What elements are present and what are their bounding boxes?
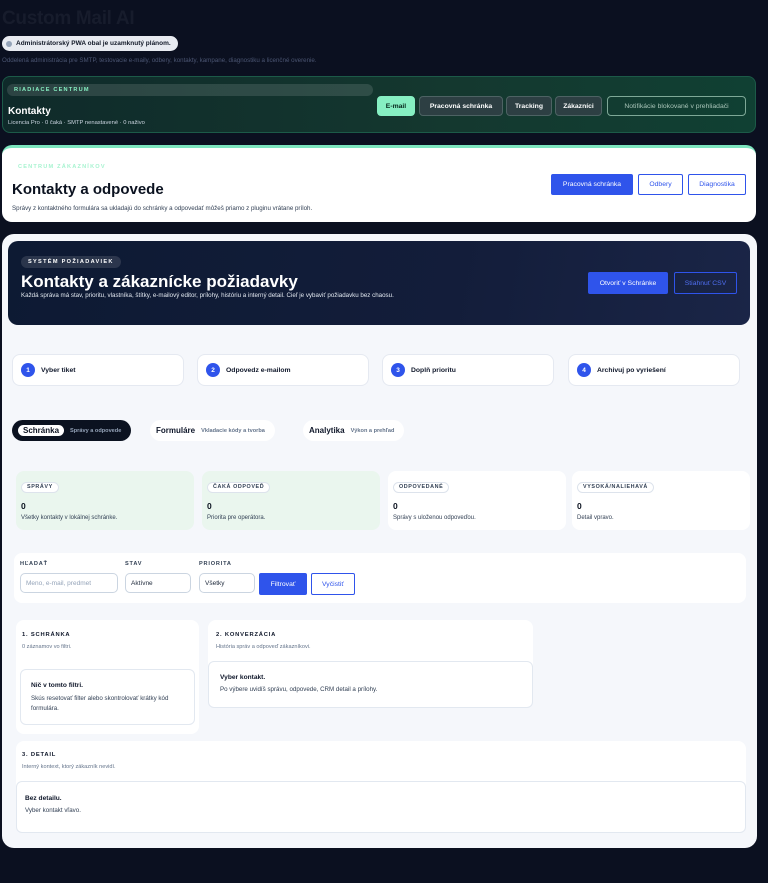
pwa-notice-text: Administrátorský PWA obal je uzamknutý p… [16, 40, 171, 47]
nav-inbox-button[interactable]: Pracovná schránka [419, 96, 503, 116]
detail-empty-state: Bez detailu. Vyber kontakt vľavo. [16, 781, 746, 833]
priority-label: PRIORITA [199, 561, 232, 567]
hero-kicker: SYSTÉM POŽIADAVIEK [21, 256, 121, 268]
notifications-blocked-button[interactable]: Notifikácie blokované v prehliadači [607, 96, 746, 116]
tab-inbox[interactable]: Schránka Správy a odpovede [12, 420, 132, 441]
tab-label: Analytika [309, 426, 345, 435]
pwa-lock-notice: Administrátorský PWA obal je uzamknutý p… [2, 36, 178, 51]
stat-note: Všetky kontakty v lokálnej schránke. [21, 515, 118, 521]
app-subtitle: Oddelená administrácia pre SMTP, testova… [2, 57, 317, 64]
filter-bar: HĽADAŤ Meno, e-mail, predmet STAV Aktívn… [14, 553, 746, 603]
inbox-count: 0 záznamov vo filtri. [22, 644, 72, 650]
tab-sublabel: Správy a odpovede [70, 427, 122, 434]
stat-badge: VYSOKÁ/NALIEHAVÁ [577, 482, 654, 493]
tab-forms[interactable]: Formuláre Vkladacie kódy a tvorba [150, 420, 275, 441]
conversation-subtitle: História správ a odpoveď zákazníkovi. [216, 644, 311, 650]
status-label: STAV [125, 561, 143, 567]
tab-label: Formuláre [156, 426, 196, 435]
stat-note: Správy s uloženou odpoveďou. [393, 515, 476, 521]
search-label: HĽADAŤ [20, 561, 48, 567]
inbox-empty-state: Nič v tomto filtri. Skús resetovať filte… [20, 669, 195, 725]
status-dot-icon [6, 40, 12, 47]
conversation-title: 2. KONVERZÁCIA [216, 632, 277, 638]
step-add-priority: 3 Doplň prioritu [382, 354, 554, 386]
stat-badge: ČAKÁ ODPOVEĎ [207, 482, 271, 493]
step-label: Doplň prioritu [411, 366, 456, 374]
inbox-title: 1. SCHRÁNKA [22, 632, 71, 638]
hero-description: Každá správa má stav, prioritu, vlastník… [21, 292, 394, 299]
stat-badge: SPRÁVY [21, 482, 59, 493]
stat-value: 0 [577, 501, 582, 511]
search-input[interactable]: Meno, e-mail, predmet [20, 573, 118, 593]
conversation-panel: 2. KONVERZÁCIA História správ a odpoveď … [208, 620, 533, 708]
download-csv-button[interactable]: Stiahnuť CSV [674, 272, 737, 294]
step-label: Archivuj po vyriešení [597, 366, 666, 374]
clear-filter-button[interactable]: Vyčistiť [311, 573, 355, 595]
stat-value: 0 [207, 501, 212, 511]
step-number-badge: 4 [577, 363, 591, 377]
tab-sublabel: Výkon a prehľad [350, 427, 395, 434]
stat-note: Priorita pre operátora. [207, 515, 266, 521]
conversation-empty-state: Vyber kontakt. Po výbere uvidíš správu, … [208, 661, 533, 708]
tab-label: Schránka [18, 425, 65, 436]
stat-answered: ODPOVEDANÉ 0 Správy s uloženou odpoveďou… [388, 471, 566, 530]
empty-title: Nič v tomto filtri. [31, 682, 84, 689]
status-select[interactable]: Aktívne [125, 573, 191, 593]
step-archive: 4 Archivuj po vyriešení [568, 354, 740, 386]
detail-panel: 3. DETAIL Interný kontext, ktorý zákazní… [16, 741, 746, 833]
stat-messages: SPRÁVY 0 Všetky kontakty v lokálnej schr… [16, 471, 194, 530]
stat-value: 0 [21, 501, 26, 511]
step-label: Vyber tiket [41, 366, 76, 374]
control-center-meta: Licencia Pro · 0 čaká · SMTP nenastavené… [8, 120, 145, 126]
step-number-badge: 1 [21, 363, 35, 377]
page-title: Kontakty a odpovede [12, 181, 164, 198]
empty-title: Bez detailu. [25, 795, 62, 802]
subscriptions-button[interactable]: Odbery [638, 174, 683, 195]
control-center-title: Kontakty [8, 106, 51, 117]
open-in-inbox-button[interactable]: Otvoriť v Schránke [588, 272, 668, 294]
control-center-kicker: RIADIACE CENTRUM [7, 84, 373, 96]
app-title: Custom Mail AI [2, 8, 135, 29]
workspace-inbox-button[interactable]: Pracovná schránka [551, 174, 633, 195]
tab-sublabel: Vkladacie kódy a tvorba [201, 427, 265, 434]
step-label: Odpovedz e-mailom [226, 366, 291, 374]
requests-panel: SYSTÉM POŽIADAVIEK Kontakty a zákaznícke… [2, 234, 757, 848]
hero-title: Kontakty a zákaznícke požiadavky [21, 272, 298, 291]
customer-center-kicker: CENTRUM ZÁKAZNÍKOV [18, 164, 106, 170]
nav-tracking-button[interactable]: Tracking [506, 96, 552, 116]
step-select-ticket: 1 Vyber tiket [12, 354, 184, 386]
inbox-panel: 1. SCHRÁNKA 0 záznamov vo filtri. Nič v … [16, 620, 199, 734]
stat-high-urgent: VYSOKÁ/NALIEHAVÁ 0 Detail vpravo. [572, 471, 750, 530]
empty-text: Skús resetovať filter alebo skontrolovať… [31, 695, 169, 712]
step-number-badge: 3 [391, 363, 405, 377]
nav-email-button[interactable]: E-mail [377, 96, 415, 116]
detail-subtitle: Interný kontext, ktorý zákazník nevidí. [22, 764, 116, 770]
step-reply-email: 2 Odpovedz e-mailom [197, 354, 369, 386]
diagnostics-button[interactable]: Diagnostika [688, 174, 746, 195]
tab-analytics[interactable]: Analytika Výkon a prehľad [303, 420, 405, 441]
customer-center-description: Správy z kontaktného formulára sa uklada… [12, 205, 313, 212]
filter-button[interactable]: Filtrovať [259, 573, 307, 595]
step-number-badge: 2 [206, 363, 220, 377]
priority-select[interactable]: Všetky [199, 573, 255, 593]
hero-banner: SYSTÉM POŽIADAVIEK Kontakty a zákaznícke… [8, 241, 750, 325]
customer-center-card: CENTRUM ZÁKAZNÍKOV Kontakty a odpovede S… [2, 145, 756, 222]
empty-text: Po výbere uvidíš správu, odpovede, CRM d… [220, 686, 378, 693]
empty-title: Vyber kontakt. [220, 674, 266, 681]
stat-badge: ODPOVEDANÉ [393, 482, 450, 493]
stat-note: Detail vpravo. [577, 515, 614, 521]
stat-awaiting-reply: ČAKÁ ODPOVEĎ 0 Priorita pre operátora. [202, 471, 380, 530]
control-center: RIADIACE CENTRUM Kontakty Licencia Pro ·… [2, 76, 756, 133]
nav-customers-button[interactable]: Zákazníci [555, 96, 602, 116]
stat-value: 0 [393, 501, 398, 511]
detail-title: 3. DETAIL [22, 752, 57, 758]
empty-text: Vyber kontakt vľavo. [25, 807, 81, 814]
